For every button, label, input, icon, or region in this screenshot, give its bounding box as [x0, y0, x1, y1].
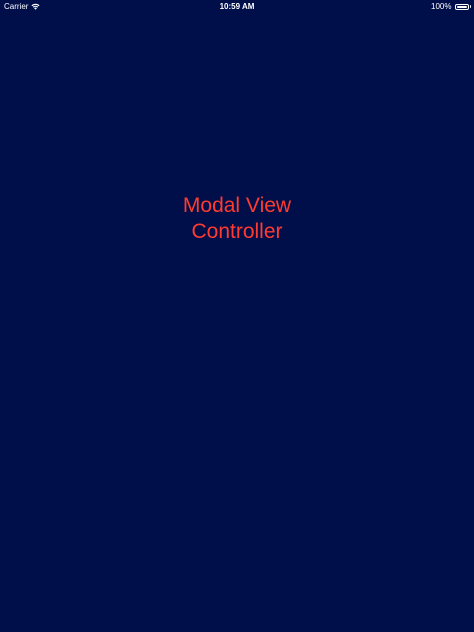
- battery-group: 100%: [431, 0, 471, 13]
- status-bar: Carrier 10:59 AM 100%: [0, 0, 474, 13]
- battery-icon: [454, 3, 469, 10]
- modal-title-line-1: Modal View: [182, 194, 292, 217]
- battery-fill: [456, 5, 467, 8]
- battery-tip: [469, 5, 471, 8]
- status-time: 10:59 AM: [219, 2, 255, 11]
- battery-percentage: 100%: [431, 2, 452, 11]
- modal-title-line-2: Controller: [191, 220, 283, 243]
- modal-title: Modal View Controller: [0, 193, 474, 245]
